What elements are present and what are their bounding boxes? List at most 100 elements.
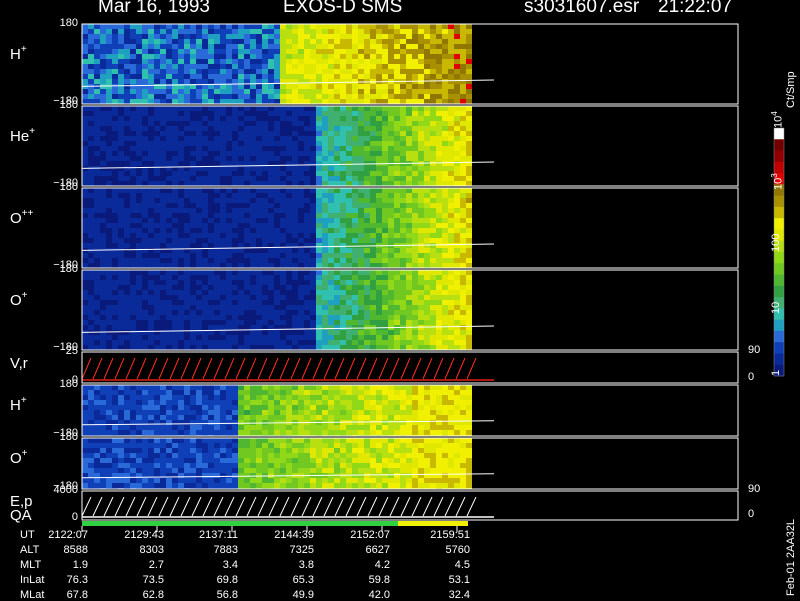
spectrogram-cell	[292, 208, 298, 213]
spectrogram-cell	[100, 213, 106, 218]
spectrogram-cell	[454, 390, 460, 395]
spectrogram-cell	[268, 188, 274, 193]
spectrogram-cell	[322, 106, 328, 111]
spectrogram-cell	[94, 463, 100, 468]
spectrogram-cell	[448, 74, 454, 79]
spectrogram-cell	[160, 141, 166, 146]
spectrogram-cell	[220, 203, 226, 208]
spectrogram-cell	[178, 111, 184, 116]
spectrogram-cell	[250, 280, 256, 285]
spectrogram-cell	[322, 223, 328, 228]
spectrogram-cell	[340, 340, 346, 345]
spectrogram-cell	[274, 99, 280, 104]
spectrogram-cell	[208, 290, 214, 295]
spectrogram-cell	[454, 131, 460, 136]
spectrogram-cell	[118, 280, 124, 285]
spectrogram-cell	[88, 315, 94, 320]
spectrogram-cell	[358, 233, 364, 238]
spectrogram-cell	[418, 198, 424, 203]
spectrogram-cell	[214, 345, 220, 350]
spectrogram-cell	[202, 285, 208, 290]
spectrogram-cell	[448, 410, 454, 415]
spectrogram-cell	[196, 89, 202, 94]
spectrogram-cell	[334, 253, 340, 258]
spectrogram-cell	[88, 171, 94, 176]
spectrogram-cell	[118, 69, 124, 74]
spectrogram-cell	[178, 228, 184, 233]
spectrogram-cell	[358, 330, 364, 335]
spectrogram-cell	[424, 181, 430, 186]
spectrogram-cell	[358, 161, 364, 166]
spectrogram-cell	[460, 238, 466, 243]
spectrogram-cell	[358, 325, 364, 330]
spectrogram-cell	[316, 203, 322, 208]
spectrogram-cell	[262, 171, 268, 176]
spectrogram-cell	[262, 64, 268, 69]
spectrogram-cell	[172, 395, 178, 400]
spectrogram-cell	[340, 156, 346, 161]
spectrogram-cell	[460, 166, 466, 171]
spectrogram-cell	[274, 208, 280, 213]
spectrogram-cell	[256, 198, 262, 203]
spectrogram-cell	[100, 430, 106, 435]
spectrogram-cell	[154, 258, 160, 263]
spectrogram-cell	[436, 94, 442, 99]
spectrogram-cell	[208, 131, 214, 136]
spectrogram-cell	[316, 345, 322, 350]
spectrogram-cell	[148, 141, 154, 146]
spectrogram-cell	[178, 146, 184, 151]
spectrogram-cell	[448, 111, 454, 116]
spectrogram-cell	[112, 208, 118, 213]
spectrogram-cell	[448, 54, 454, 59]
spectrogram-cell	[220, 131, 226, 136]
spectrogram-cell	[82, 238, 88, 243]
spectrogram-cell	[286, 146, 292, 151]
spectrogram-cell	[82, 425, 88, 430]
spectrogram-cell	[106, 400, 112, 405]
spectrogram-cell	[394, 420, 400, 425]
spectrogram-cell	[244, 176, 250, 181]
spectrogram-cell	[238, 253, 244, 258]
spectrogram-cell	[160, 116, 166, 121]
spectrogram-cell	[424, 203, 430, 208]
spectrogram-cell	[442, 116, 448, 121]
spectrogram-cell	[256, 330, 262, 335]
spectrogram-cell	[154, 188, 160, 193]
spectrogram-cell	[184, 253, 190, 258]
spectrogram-cell	[214, 131, 220, 136]
spectrogram-cell	[274, 203, 280, 208]
spectrogram-cell	[292, 335, 298, 340]
spectrogram-cell	[436, 24, 442, 29]
spectrogram-cell	[460, 223, 466, 228]
spectrogram-cell	[280, 390, 286, 395]
spectrogram-cell	[136, 94, 142, 99]
spectrogram-cell	[328, 340, 334, 345]
spectrogram-cell	[154, 89, 160, 94]
spectrogram-cell	[316, 146, 322, 151]
spectrogram-cell	[388, 99, 394, 104]
spectrogram-cell	[268, 345, 274, 350]
spectrogram-cell	[202, 315, 208, 320]
spectrogram-cell	[136, 438, 142, 443]
spectrogram-cell	[124, 330, 130, 335]
spectrogram-cell	[298, 310, 304, 315]
spectrogram-cell	[196, 258, 202, 263]
spectrogram-cell	[406, 136, 412, 141]
spectrogram-cell	[148, 395, 154, 400]
spectrogram-cell	[184, 263, 190, 268]
spectrogram-cell	[148, 300, 154, 305]
spectrogram-cell	[346, 223, 352, 228]
spectrogram-cell	[88, 69, 94, 74]
spectrogram-cell	[340, 275, 346, 280]
spectrogram-cell	[316, 285, 322, 290]
spectrogram-cell	[304, 400, 310, 405]
spectrogram-cell	[112, 253, 118, 258]
spectrogram-cell	[178, 290, 184, 295]
spectrogram-cell	[328, 223, 334, 228]
spectrogram-cell	[196, 203, 202, 208]
spectrogram-cell	[130, 483, 136, 488]
spectrogram-cell	[334, 166, 340, 171]
spectrogram-cell	[328, 233, 334, 238]
spectrogram-cell	[214, 385, 220, 390]
spectrogram-cell	[274, 415, 280, 420]
